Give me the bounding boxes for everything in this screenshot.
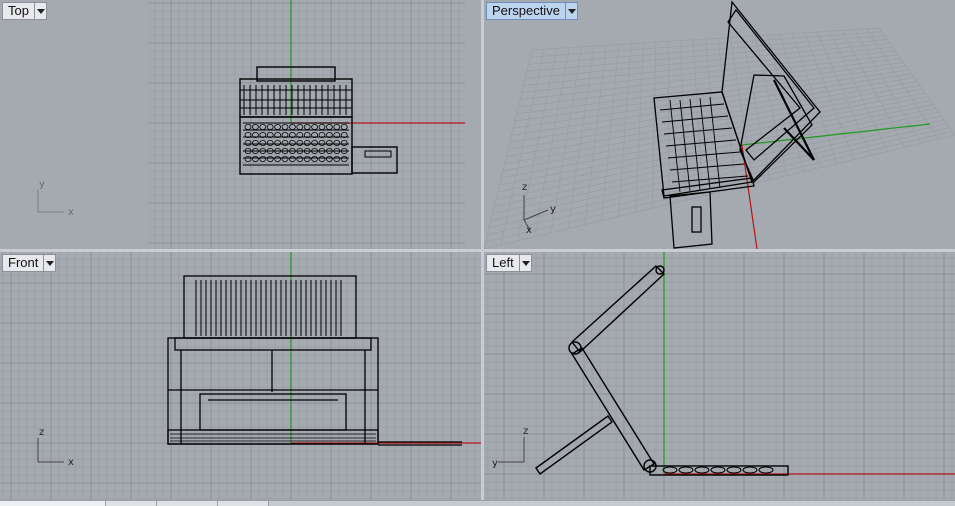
top-grid: y x bbox=[0, 0, 481, 249]
chevron-down-icon[interactable] bbox=[34, 2, 47, 20]
axis-label-z: z bbox=[523, 426, 528, 437]
viewport-label-top[interactable]: Top bbox=[2, 2, 47, 20]
axis-label-z: z bbox=[522, 182, 527, 193]
viewport-perspective[interactable]: z y x Perspective bbox=[484, 0, 955, 249]
viewport-top[interactable]: y x Top bbox=[0, 0, 481, 249]
viewport-left[interactable]: z y Left bbox=[484, 252, 955, 500]
chevron-down-icon[interactable] bbox=[519, 254, 532, 272]
front-grid: z x bbox=[0, 252, 481, 500]
chevron-down-icon[interactable] bbox=[565, 2, 578, 20]
viewport-label-front[interactable]: Front bbox=[2, 254, 57, 272]
axis-label-y: y bbox=[492, 458, 498, 469]
viewport-front[interactable]: z x Front bbox=[0, 252, 481, 500]
axis-label-x: x bbox=[526, 225, 532, 236]
viewport-tab[interactable] bbox=[218, 501, 269, 506]
viewport-title-top[interactable]: Top bbox=[2, 2, 35, 20]
viewport-title-left[interactable]: Left bbox=[486, 254, 520, 272]
chevron-down-icon[interactable] bbox=[44, 254, 57, 272]
viewport-title-perspective[interactable]: Perspective bbox=[486, 2, 566, 20]
left-grid: z y bbox=[484, 252, 955, 500]
axis-label-x: x bbox=[68, 457, 74, 468]
viewport-tab[interactable] bbox=[0, 501, 106, 506]
viewport-title-front[interactable]: Front bbox=[2, 254, 45, 272]
viewport-tab[interactable] bbox=[106, 501, 157, 506]
viewport-label-left[interactable]: Left bbox=[486, 254, 532, 272]
viewport-tab[interactable] bbox=[157, 501, 218, 506]
viewport-label-perspective[interactable]: Perspective bbox=[486, 2, 578, 20]
axis-label-y: y bbox=[550, 204, 556, 215]
perspective-grid: z y x bbox=[484, 0, 955, 249]
axis-label-z: z bbox=[39, 427, 44, 438]
viewport-tabs-bar bbox=[0, 500, 955, 506]
